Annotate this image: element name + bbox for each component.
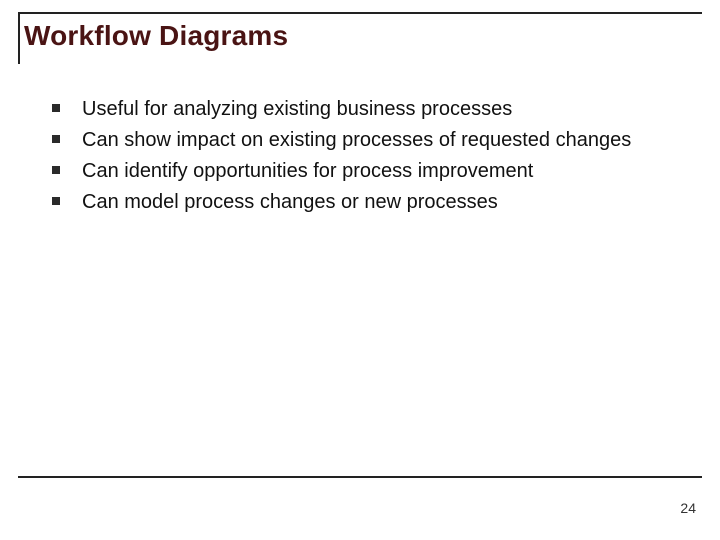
slide-title: Workflow Diagrams xyxy=(24,20,702,52)
content-area: Useful for analyzing existing business p… xyxy=(18,64,702,216)
list-item: Can show impact on existing processes of… xyxy=(52,127,682,154)
square-bullet-icon xyxy=(52,104,60,112)
list-item: Useful for analyzing existing business p… xyxy=(52,96,682,123)
page-number: 24 xyxy=(680,500,696,516)
square-bullet-icon xyxy=(52,135,60,143)
square-bullet-icon xyxy=(52,166,60,174)
bullet-text: Can identify opportunities for process i… xyxy=(82,158,533,185)
bullet-text: Can model process changes or new process… xyxy=(82,189,498,216)
slide: Workflow Diagrams Useful for analyzing e… xyxy=(0,0,720,540)
list-item: Can identify opportunities for process i… xyxy=(52,158,682,185)
divider xyxy=(18,476,702,478)
bullet-text: Useful for analyzing existing business p… xyxy=(82,96,512,123)
bullet-text: Can show impact on existing processes of… xyxy=(82,127,631,154)
square-bullet-icon xyxy=(52,197,60,205)
list-item: Can model process changes or new process… xyxy=(52,189,682,216)
title-container: Workflow Diagrams xyxy=(18,12,702,64)
bullet-list: Useful for analyzing existing business p… xyxy=(52,96,682,216)
